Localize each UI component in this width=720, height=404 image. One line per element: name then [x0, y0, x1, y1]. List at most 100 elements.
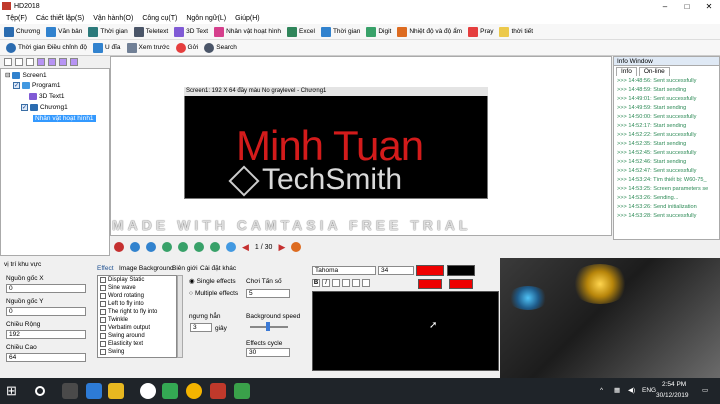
- align-center-icon[interactable]: [342, 279, 350, 287]
- stop-icon[interactable]: [114, 242, 124, 252]
- prev-page-icon[interactable]: ◀: [242, 242, 249, 253]
- height-field[interactable]: 64: [6, 353, 86, 362]
- notification-icon[interactable]: ▭: [702, 386, 708, 394]
- task-view-icon[interactable]: [62, 383, 78, 399]
- arrow-right-icon[interactable]: [178, 242, 188, 252]
- list-item[interactable]: Word rotating: [100, 293, 144, 299]
- search-icon[interactable]: [35, 386, 45, 396]
- file-explorer-icon[interactable]: [108, 383, 124, 399]
- toolbar-temperature-button[interactable]: Nhiệt độ và độ ẩm: [397, 26, 462, 37]
- menu-help[interactable]: Giúp(H): [235, 15, 260, 22]
- windows-start-icon[interactable]: ⊞: [6, 383, 22, 399]
- effect-checkbox[interactable]: [100, 309, 106, 315]
- arrow-up-icon[interactable]: [194, 242, 204, 252]
- chrome-icon[interactable]: [186, 383, 202, 399]
- tree-node-screen[interactable]: ⊟ Screen1: [5, 71, 47, 79]
- settings-icon[interactable]: [291, 242, 302, 252]
- origin-x-field[interactable]: 0: [6, 284, 86, 293]
- list-item[interactable]: Twinkle: [100, 317, 128, 323]
- effect-checkbox[interactable]: [100, 317, 106, 323]
- effects-scrollbar[interactable]: [177, 275, 183, 358]
- list-item[interactable]: Sine wave: [100, 285, 136, 291]
- list-item[interactable]: Left to fly into: [100, 301, 144, 307]
- effect-checkbox[interactable]: [100, 349, 106, 355]
- zoom-in-icon[interactable]: [130, 242, 140, 252]
- tab-info[interactable]: Info: [616, 67, 637, 76]
- text-color-clear-icon[interactable]: [418, 279, 442, 289]
- toolbar-excel-button[interactable]: Excel: [287, 26, 315, 37]
- menu-language[interactable]: Ngôn ngữ(L): [186, 15, 226, 22]
- text-color-swatch[interactable]: [416, 265, 444, 276]
- tab-border[interactable]: Biên giới: [172, 265, 198, 272]
- list-item[interactable]: Elasticity text: [100, 341, 143, 347]
- tree-tool-2-icon[interactable]: [15, 58, 23, 66]
- multiple-effects-radio[interactable]: ○ Multiple effects: [189, 290, 238, 297]
- tree-node-chuong[interactable]: ✓ Chương1: [21, 104, 68, 111]
- effect-checkbox[interactable]: [100, 285, 106, 291]
- tab-image-background[interactable]: Image Background: [119, 265, 174, 272]
- tree-tool-7-icon[interactable]: [70, 58, 78, 66]
- toolbar-chuong-button[interactable]: Chương: [4, 26, 40, 37]
- clock-time[interactable]: 2:54 PM: [662, 381, 686, 388]
- play-time-field[interactable]: 5: [246, 289, 290, 298]
- zoom-out-icon[interactable]: [146, 242, 156, 252]
- effect-checkbox[interactable]: [100, 301, 106, 307]
- effect-checkbox[interactable]: [100, 325, 106, 331]
- chuong-checkbox[interactable]: ✓: [21, 104, 28, 111]
- toolbar-teletext-button[interactable]: Teletext: [133, 26, 168, 37]
- tab-other-settings[interactable]: Cài đặt khác: [200, 265, 236, 272]
- zalo-icon[interactable]: [140, 383, 156, 399]
- volume-icon[interactable]: ◀): [628, 386, 635, 394]
- font-size-select[interactable]: 34: [378, 266, 414, 275]
- menu-tools[interactable]: Công cụ(T): [142, 15, 177, 22]
- menu-settings[interactable]: Các thiết lập(S): [36, 15, 84, 22]
- search-button[interactable]: Search: [204, 42, 237, 53]
- network-icon[interactable]: ▦: [614, 386, 620, 394]
- tree-tool-5-icon[interactable]: [48, 58, 56, 66]
- list-item[interactable]: Display Static: [100, 277, 144, 283]
- language-indicator[interactable]: ENG: [642, 387, 656, 394]
- menu-file[interactable]: Tệp(F): [6, 15, 27, 22]
- send-button[interactable]: Gởi: [175, 42, 198, 53]
- toolbar-text-button[interactable]: Văn bản: [46, 26, 82, 37]
- tree-node-program[interactable]: ✓ Program1: [13, 82, 61, 89]
- toolbar-time2-button[interactable]: Thời gian: [320, 26, 360, 37]
- tree-node-3dtext[interactable]: 3D Text1: [29, 93, 65, 100]
- effect-checkbox[interactable]: [100, 293, 106, 299]
- effect-checkbox[interactable]: [100, 277, 106, 283]
- background-color-swatch[interactable]: [447, 265, 475, 276]
- single-effects-radio[interactable]: ◉ Single effects: [189, 277, 236, 286]
- usb-drive-button[interactable]: U đĩa: [92, 42, 121, 53]
- bold-icon[interactable]: B: [312, 279, 320, 287]
- program-checkbox[interactable]: ✓: [13, 82, 20, 89]
- effect-checkbox[interactable]: [100, 341, 106, 347]
- hd2018-taskbar-icon[interactable]: [210, 383, 226, 399]
- list-item[interactable]: Swing: [100, 349, 124, 355]
- effect-checkbox[interactable]: [100, 333, 106, 339]
- list-item[interactable]: The right to fly into: [100, 309, 157, 315]
- maximize-button[interactable]: □: [676, 0, 698, 12]
- italic-icon[interactable]: I: [322, 279, 330, 287]
- edge-icon[interactable]: [86, 383, 102, 399]
- font-family-select[interactable]: Tahoma: [312, 266, 376, 275]
- next-page-icon[interactable]: ▶: [278, 242, 285, 253]
- clock-date[interactable]: 30/12/2019: [656, 392, 689, 399]
- toolbar-weather-button[interactable]: thời tiết: [499, 26, 533, 37]
- align-justify-icon[interactable]: [362, 279, 370, 287]
- camtasia-icon[interactable]: [162, 383, 178, 399]
- close-button[interactable]: ✕: [698, 0, 720, 12]
- toolbar-animation-button[interactable]: Nhân vật hoạt hình: [214, 26, 281, 37]
- cycle-field[interactable]: 30: [246, 348, 290, 357]
- move-icon[interactable]: [226, 242, 236, 252]
- tree-tool-3-icon[interactable]: [26, 58, 34, 66]
- tab-online[interactable]: On-line: [638, 67, 670, 76]
- list-item[interactable]: Swing around: [100, 333, 145, 339]
- preview-button[interactable]: Xem trước: [126, 42, 170, 53]
- toolbar-pray-button[interactable]: Pray: [468, 26, 493, 37]
- arrow-down-icon[interactable]: [210, 242, 220, 252]
- arrow-left-icon[interactable]: [162, 242, 172, 252]
- text-editor[interactable]: [312, 291, 499, 371]
- tab-effect[interactable]: Effect: [97, 265, 114, 272]
- bg-speed-slider[interactable]: [266, 322, 270, 331]
- toolbar-digit-button[interactable]: Digit: [366, 26, 391, 37]
